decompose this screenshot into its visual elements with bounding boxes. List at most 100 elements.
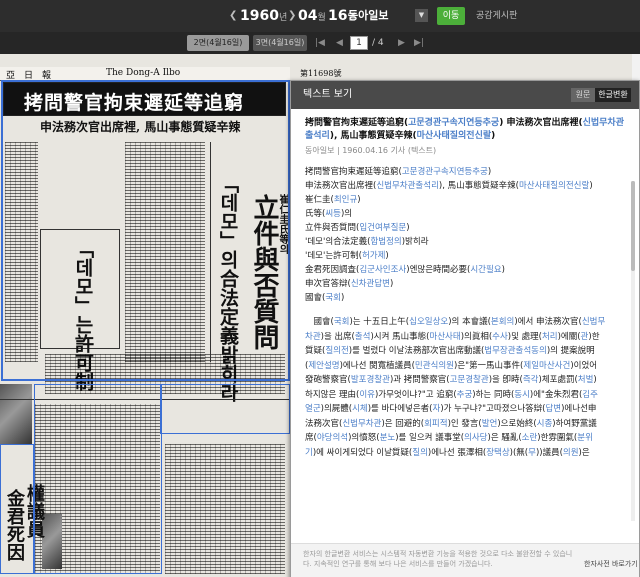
tab-page-2[interactable]: 2면(4월16일) [187,35,249,51]
hangul-reading: 차관 [305,331,321,342]
panel-footer: 한자의 한글변환 서비스는 시스템적 자동변환 기능을 적용한 것으로 다소 불… [291,543,639,577]
hanja-text: ), 馬山事態質疑辛辣( [329,131,417,141]
hanja-text: 申法務次官出席裡( [305,181,377,191]
hanja-text: )밝히라 [401,237,429,247]
year-unit: 년 [278,13,288,23]
article-frame[interactable] [160,384,290,434]
hanja-text: )의憤怒( [348,433,380,443]
hanja-text: )체포處罰( [538,375,578,385]
hangul-reading: 야당의석 [316,433,349,443]
hanja-text: )은"第一馬山事件( [454,360,524,371]
hangul-reading: 답변 [545,404,562,414]
body-line: 質疑(질의전)를 벌렸다 이날法務部次官出席動議(법무장관출석동의)의 提案說明 [305,344,631,359]
hangul-reading: 발포경찰관 [350,375,390,385]
hangul-reading: 마산사태질의전신랄 [518,181,590,191]
hangul-reading: 합법정의 [370,237,402,247]
article-highlight-frame[interactable] [1,80,290,381]
hanja-text: 質疑( [305,346,326,356]
hanja-text: )및 處理( [507,331,542,342]
article-line: 金君死因調査(김군사인조사)엔많은時間必要(시간필요) [305,263,631,277]
hanja-text: )하여野黨議 [552,418,597,429]
issue-number: 第11698號 [300,69,342,78]
hanja-text: 崔仁圭( [305,195,334,205]
page-number-input[interactable]: 1 [350,36,368,50]
hanja-text: )에關( [557,331,581,342]
hanja-text: 申次官答辯( [305,279,351,289]
article-frame[interactable] [0,444,34,574]
hanja-text: )엔많은時間必要( [406,265,471,275]
year-selector[interactable]: 1960년 [240,8,287,26]
hangul-reading: 마산사태질의전신랄 [416,131,492,141]
hangul-reading: 김군사인조사 [359,265,407,275]
body-line: 기)에 싸이게되었다 이날質疑(질의)에나선 張澤相(장택상)(無(무))議員(… [305,446,631,461]
body-line: 차관)을 出席(출석)시켜 馬山事態(마산사태)의眞相(수사)및 處理(처리)에… [305,330,631,345]
tab-hangul[interactable]: 한글변환 [595,88,631,102]
hanja-text: ) [385,251,389,261]
hanja-text: 氏等( [305,209,326,219]
month-unit: 월 [317,13,326,23]
hanja-text: ) [357,195,361,205]
hangul-reading: 시체 [352,404,368,414]
hanja-text: ) [501,265,505,275]
hanja-text: )으로始終( [497,418,537,429]
article-line: 申次官答辯(신차관답변) [305,277,631,291]
hangul-reading: 회피적 [424,418,448,429]
dictionary-link[interactable]: 한자사전 바로가기 [584,559,638,569]
hanja-text: )에서 申法務次官( [514,317,582,327]
hangul-reading: 출석 [354,331,371,342]
hanja-text: ) [340,293,345,303]
hanja-text: ))議員( [535,447,563,458]
scrollbar-thumb[interactable] [631,181,635,271]
day-value: 16 [328,8,348,24]
hanja-text: )의眞相( [460,331,493,342]
article-body: 國會(국회)는 十五日上午(십오일상오)의 本會議(본회의)에서 申法務次官(신… [305,315,631,460]
article-line: 拷問警官拘束遲延等追窮(고문경관구속지연등추궁) [305,165,631,179]
article-frame[interactable] [34,384,162,574]
chevron-down-icon[interactable]: ▼ [415,9,428,22]
hanja-text: ), 馬山事態質疑辛辣( [438,181,519,191]
hanja-text: )에나선申 [561,404,597,414]
hanja-text: 國會( [305,317,334,327]
conversion-notice: 한자의 한글변환 서비스는 시스템적 자동변환 기능을 적용한 것으로 다소 불… [303,550,573,568]
hangul-reading: 민관식의원 [414,360,455,371]
article-line: 申法務次官出席裡(신법무차관출석리), 馬山事態質疑辛辣(마산사태질의전신랄) [305,179,631,193]
hangul-reading: 신법무 [581,317,606,327]
chevron-left-icon[interactable]: ◀ [336,35,343,51]
last-page-icon[interactable]: ▶| [414,35,424,51]
panel-header: 텍스트 보기 원문 한글변환 [291,81,639,109]
hanja-text: 發砲警察官( [305,375,351,385]
page-total: / 4 [372,38,384,48]
tab-original[interactable]: 원문 [571,88,595,102]
hangul-reading: 신법무차관 [342,418,382,429]
hangul-reading: 의사당 [464,433,488,443]
hanja-text: )을 卽時( [488,375,523,385]
chevron-right-icon[interactable]: ▶ [398,35,405,51]
hanja-text: )을 出席( [320,331,355,342]
hangul-reading: 이유 [359,389,375,400]
hangul-reading: 추궁 [456,389,473,400]
hanja-text: 拷問警官拘束遲延等追窮( [305,118,409,128]
body-line: 열군)의屍體(시체)를 바다에넣은者(자)가 누구냐?"고따졌으나答辯(답변)에… [305,402,631,417]
hanja-text: )한 [588,331,600,342]
hanja-text: )이었어 [570,360,598,371]
first-page-icon[interactable]: |◀ [315,35,325,51]
hangul-reading: 기 [305,447,313,458]
newspaper-select[interactable]: 동아일보 [348,8,388,24]
hangul-reading: 동시 [514,389,530,400]
year-next-icon[interactable]: ❯ [288,8,296,24]
go-button[interactable]: 이동 [437,7,465,25]
month-selector[interactable]: 04월 [298,8,326,26]
year-prev-icon[interactable]: ❮ [229,8,237,24]
hangul-reading: 제안설명 [308,360,340,371]
article-line: 國會(국회) [305,291,631,305]
hanja-text: '데모'는許可制( [305,251,362,261]
hangul-reading: 분위 [577,433,593,443]
body-line: 席(야당의석)의憤怒(분노)를 일으켜 議事堂(의사당)은 騷亂(소란)한雰圍氣… [305,431,631,446]
panel-title: 텍스트 보기 [303,89,353,100]
article-line: 氏等(씨등)의 [305,207,631,221]
hangul-reading: 시종 [536,418,553,429]
tab-page-3[interactable]: 3면(4월16일) [253,35,307,51]
board-link[interactable]: 공감게시판 [476,8,517,24]
hanja-text: )를 일으켜 議事堂( [395,433,465,443]
hangul-reading: 시간필요 [470,265,502,275]
